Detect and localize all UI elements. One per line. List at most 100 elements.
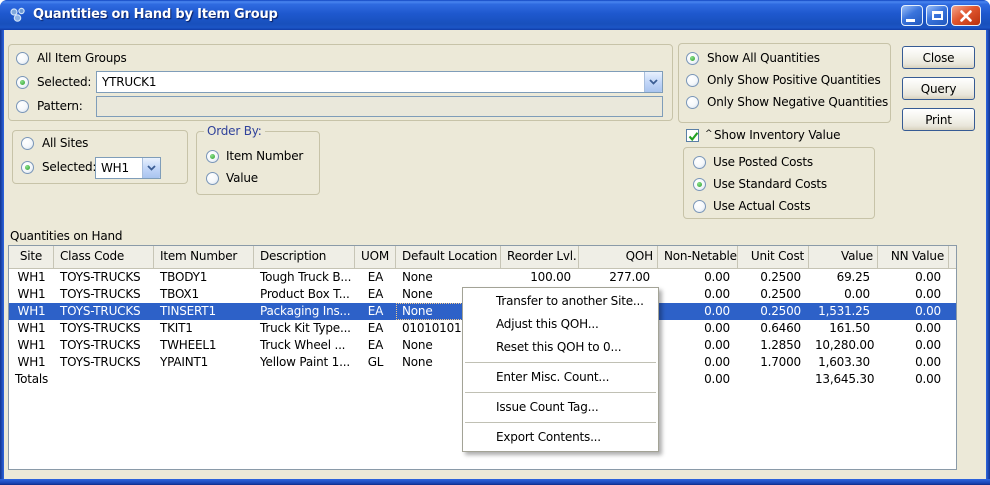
- cell-uom: EA: [367, 338, 384, 352]
- cell-item-number: [154, 371, 254, 388]
- cell-item-number: TWHEEL1: [160, 338, 217, 352]
- column-header-uom[interactable]: UOM: [355, 246, 396, 268]
- cell-class-code: [54, 371, 154, 388]
- item-group-combo[interactable]: YTRUCK1: [96, 71, 663, 93]
- use-actual-costs-label: Use Actual Costs: [713, 199, 811, 213]
- column-header-default-location[interactable]: Default Location: [396, 246, 501, 268]
- use-posted-costs-label: Use Posted Costs: [713, 155, 813, 169]
- chevron-down-icon[interactable]: [644, 72, 662, 92]
- use-standard-costs-radio[interactable]: [693, 178, 706, 191]
- menu-item-export-contents[interactable]: Export Contents...: [463, 426, 658, 449]
- cell-site: WH1: [17, 304, 46, 318]
- cell-class-code: TOYS-TRUCKS: [60, 304, 141, 318]
- app-gears-icon: [10, 7, 25, 22]
- show-all-quantities-radio[interactable]: [686, 52, 699, 65]
- item-group-selected-radio[interactable]: [16, 76, 29, 89]
- all-item-groups-radio[interactable]: [16, 52, 29, 65]
- column-header-description[interactable]: Description: [254, 246, 355, 268]
- order-by-item-number-label: Item Number: [226, 149, 304, 163]
- cell-uom: EA: [367, 304, 384, 318]
- use-posted-costs-radio[interactable]: [693, 156, 706, 169]
- cell-reorder-lvl: 100.00: [530, 270, 571, 284]
- cell-unit-cost: [738, 371, 809, 388]
- column-header-non-netable[interactable]: Non-Netable: [658, 246, 738, 268]
- site-combo[interactable]: WH1: [95, 157, 161, 179]
- cell-description: Product Box T...: [260, 287, 350, 301]
- menu-separator: [465, 362, 656, 363]
- menu-item-enter-misc-count[interactable]: Enter Misc. Count...: [463, 366, 658, 389]
- cell-value: 10,280.00: [815, 338, 875, 352]
- use-actual-costs-radio[interactable]: [693, 200, 706, 213]
- use-standard-costs-label: Use Standard Costs: [713, 177, 827, 191]
- query-button[interactable]: Query: [902, 77, 975, 100]
- cell-item-number: TBOX1: [160, 287, 199, 301]
- item-group-selected-label: Selected:: [37, 75, 92, 89]
- show-inventory-value-checkbox[interactable]: [686, 129, 699, 142]
- pattern-radio[interactable]: [16, 100, 29, 113]
- pattern-label: Pattern:: [37, 99, 83, 113]
- site-selected-label: Selected:: [42, 160, 97, 174]
- only-positive-quantities-label: Only Show Positive Quantities: [707, 73, 881, 87]
- menu-item-issue-count-tag[interactable]: Issue Count Tag...: [463, 396, 658, 419]
- all-sites-radio[interactable]: [21, 137, 34, 150]
- cell-non-netable: 0.00: [704, 304, 730, 318]
- cell-class-code: TOYS-TRUCKS: [60, 355, 141, 369]
- cell-description: Truck Kit Type...: [260, 321, 351, 335]
- only-negative-quantities-label: Only Show Negative Quantities: [707, 95, 889, 109]
- cell-item-number: TKIT1: [160, 321, 193, 335]
- minimize-button[interactable]: [901, 5, 923, 26]
- cell-nn-value: 0.00: [915, 338, 941, 352]
- column-header-item-number[interactable]: Item Number: [154, 246, 254, 268]
- column-header-reorder-lvl[interactable]: Reorder Lvl.: [501, 246, 579, 268]
- window-frame-bottom: [0, 479, 990, 485]
- menu-item-adjust-this-qoh[interactable]: Adjust this QOH...: [463, 313, 658, 336]
- cell-item-number: YPAINT1: [160, 355, 209, 369]
- only-positive-quantities-radio[interactable]: [686, 74, 699, 87]
- chevron-down-icon[interactable]: [142, 158, 160, 178]
- cell-site: WH1: [17, 321, 46, 335]
- menu-separator: [465, 392, 656, 393]
- column-header-nn-value[interactable]: NN Value: [878, 246, 949, 268]
- print-button[interactable]: Print: [902, 108, 975, 131]
- cell-non-netable: 0.00: [704, 372, 730, 386]
- maximize-button[interactable]: [926, 5, 948, 26]
- cell-uom: EA: [367, 270, 384, 284]
- column-header-value[interactable]: Value: [809, 246, 878, 268]
- column-header-unit-cost[interactable]: Unit Cost: [738, 246, 809, 268]
- cell-site: WH1: [17, 338, 46, 352]
- column-header-qoh[interactable]: QOH: [579, 246, 658, 268]
- column-header-site[interactable]: Site: [9, 246, 54, 268]
- title-bar[interactable]: Quantities on Hand by Item Group: [0, 0, 990, 30]
- table-header-row: Site Class Code Item Number Description UOM D…: [9, 246, 956, 269]
- cell-nn-value: 0.00: [915, 372, 941, 386]
- window-frame-left: [0, 30, 4, 485]
- all-sites-label: All Sites: [42, 136, 89, 150]
- cell-value: 1,531.25: [818, 304, 870, 318]
- table-row[interactable]: WH1 TOYS-TRUCKS TBODY1 Tough Truck B... EA No…: [9, 269, 956, 286]
- only-negative-quantities-radio[interactable]: [686, 96, 699, 109]
- menu-item-transfer-to-another-site[interactable]: Transfer to another Site...: [463, 290, 658, 313]
- cell-value: 1,603.30: [818, 355, 870, 369]
- order-by-value-radio[interactable]: [206, 172, 219, 185]
- close-window-button[interactable]: [951, 5, 981, 26]
- check-icon: [688, 132, 699, 142]
- cell-item-number: TBODY1: [160, 270, 208, 284]
- order-by-item-number-radio[interactable]: [206, 150, 219, 163]
- cell-nn-value: 0.00: [915, 287, 941, 301]
- cell-unit-cost: 0.2500: [760, 270, 801, 284]
- cell-nn-value: 0.00: [915, 270, 941, 284]
- cell-uom: EA: [367, 321, 384, 335]
- cell-default-location: None: [402, 270, 433, 284]
- cell-nn-value: 0.00: [915, 355, 941, 369]
- cell-nn-value: 0.00: [915, 304, 941, 318]
- cell-nn-value: 0.00: [915, 321, 941, 335]
- cell-non-netable: 0.00: [704, 338, 730, 352]
- cell-uom: [355, 371, 396, 388]
- close-button[interactable]: Close: [902, 46, 975, 69]
- menu-item-reset-this-qoh-to-0[interactable]: Reset this QOH to 0...: [463, 336, 658, 359]
- cell-item-number: TINSERT1: [160, 304, 216, 318]
- site-selected-radio[interactable]: [21, 161, 34, 174]
- pattern-input[interactable]: [96, 96, 663, 117]
- cell-site: Totals: [15, 372, 49, 386]
- column-header-class-code[interactable]: Class Code: [54, 246, 154, 268]
